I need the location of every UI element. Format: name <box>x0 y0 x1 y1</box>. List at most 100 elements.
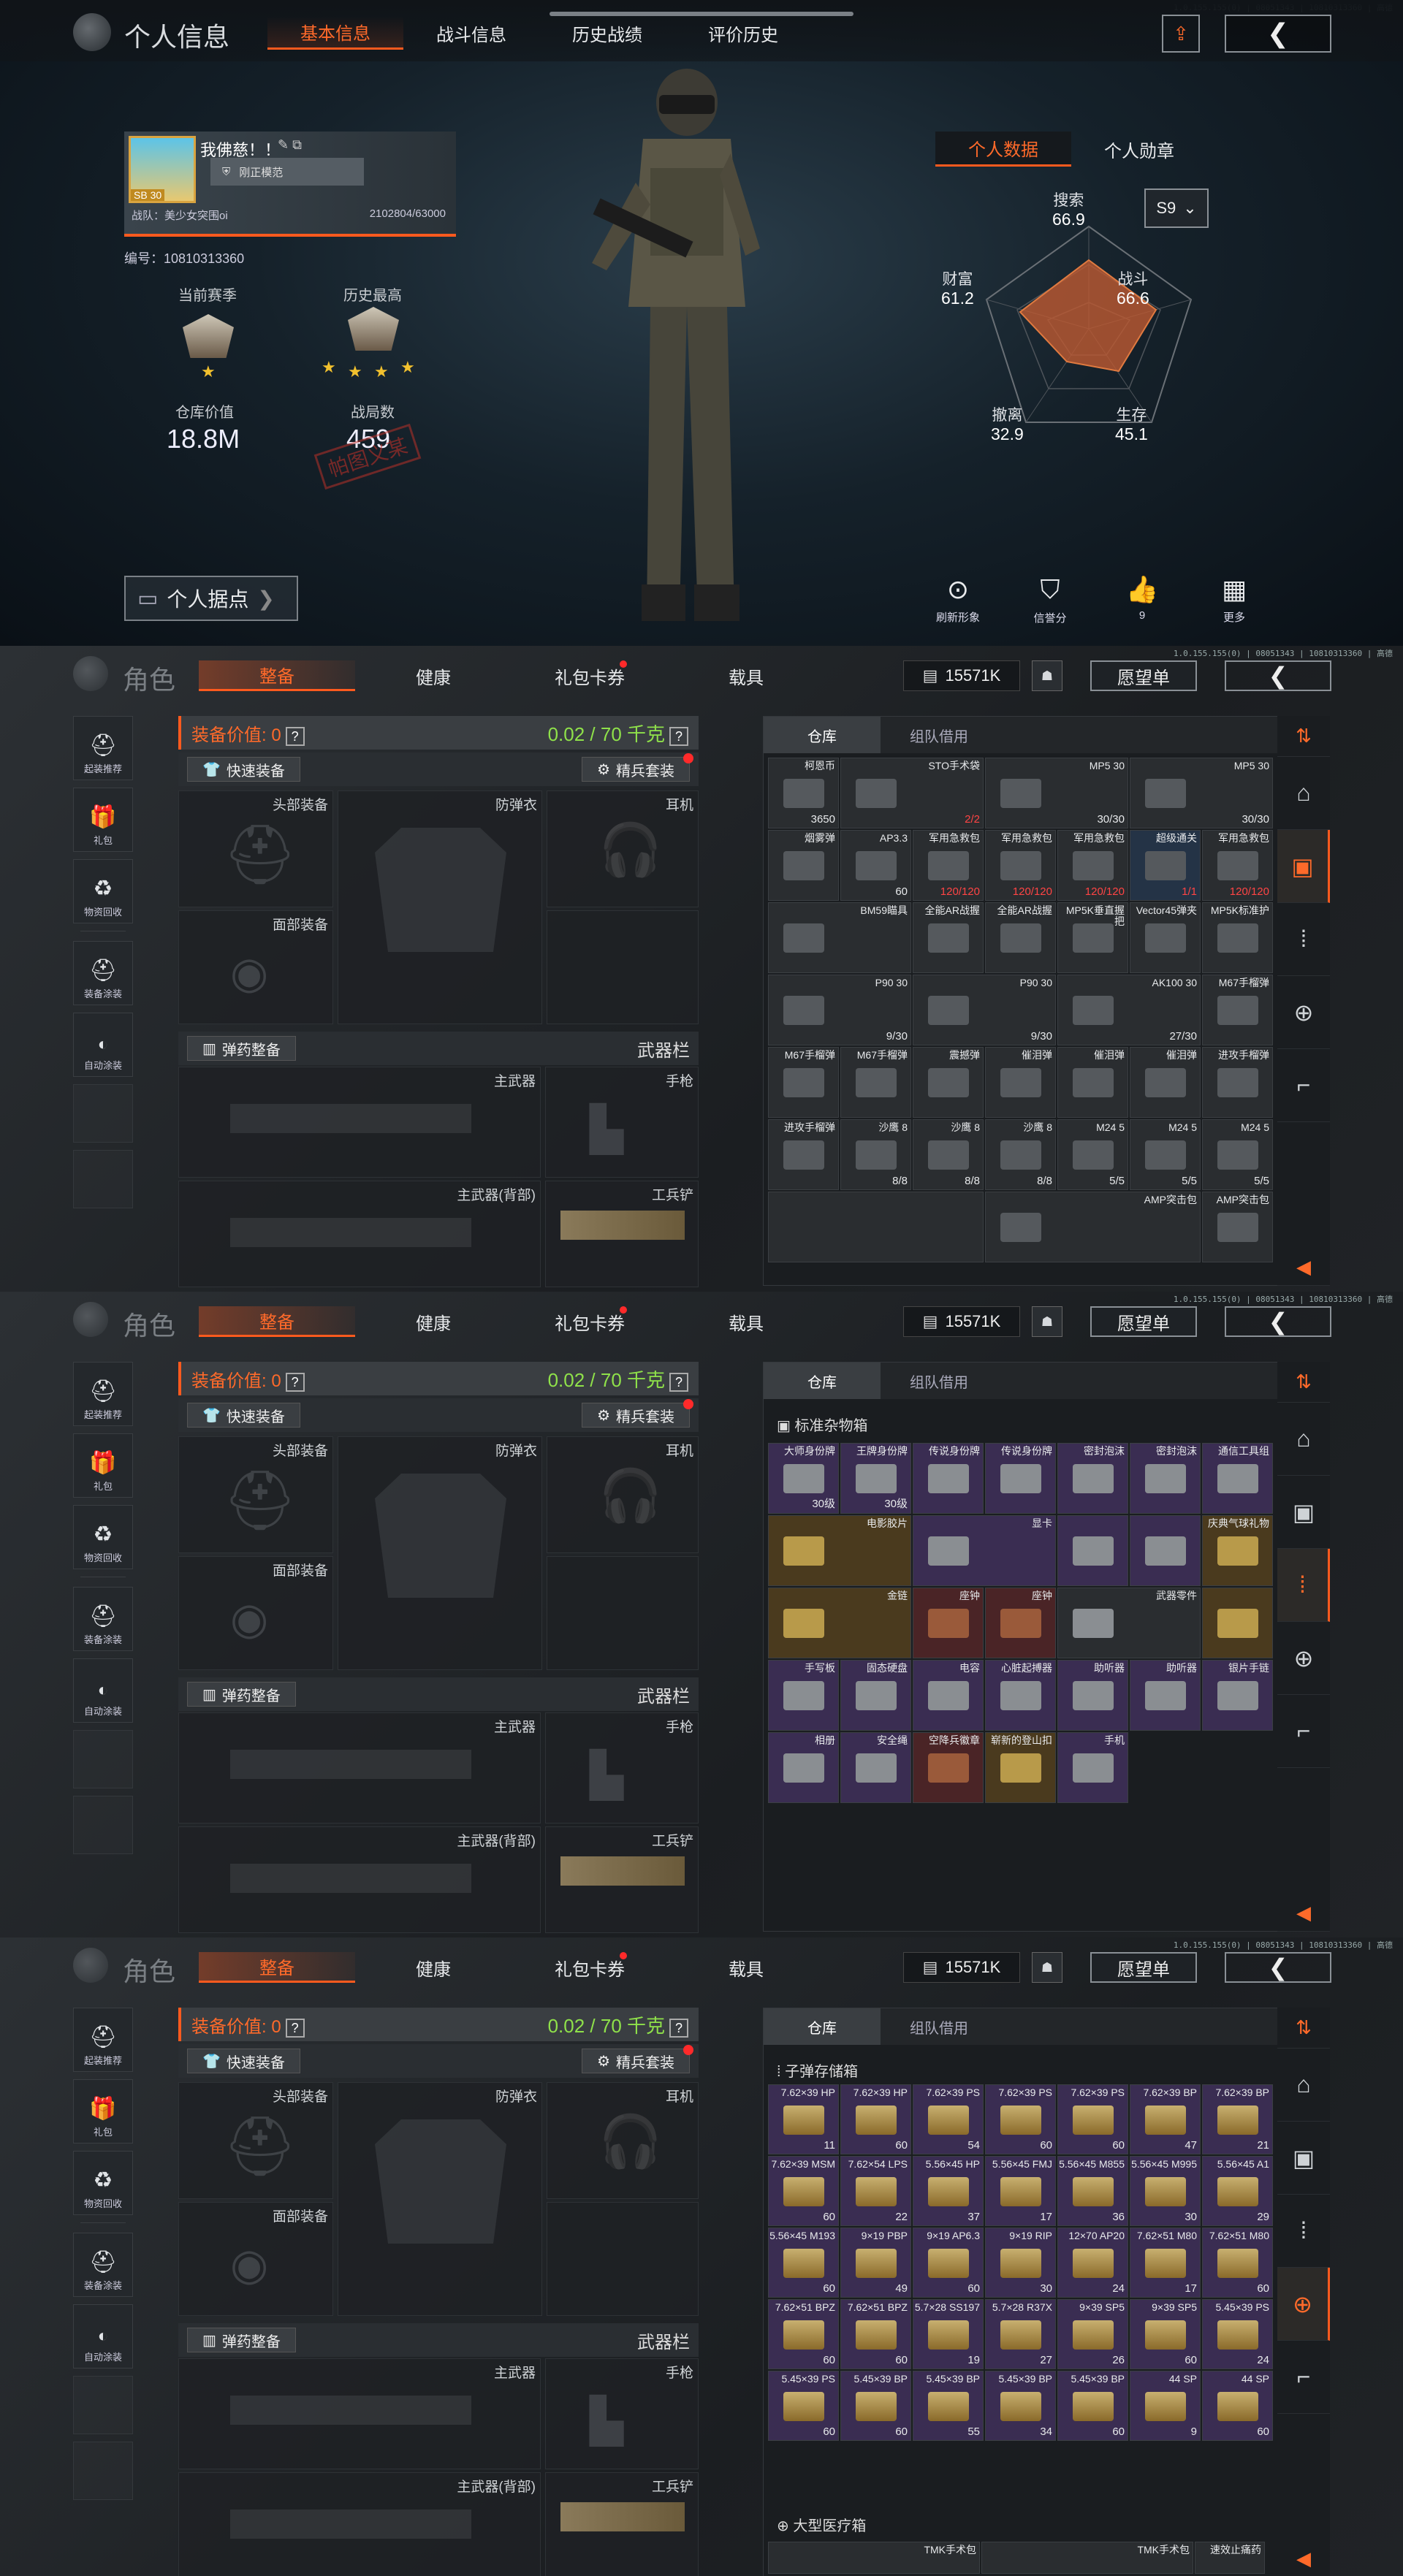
item-cell[interactable]: BM59瞄具 <box>768 902 911 973</box>
soldier-model[interactable] <box>577 58 796 628</box>
sort-button[interactable]: ⇅ <box>1277 2008 1330 2049</box>
tab-personal-medals[interactable]: 个人勋章 <box>1071 132 1207 167</box>
slot-primary[interactable]: 主武器 <box>178 2358 541 2469</box>
slot-primary[interactable]: 主武器 <box>178 1067 541 1178</box>
slot-head[interactable]: 头部装备 ⛑ <box>178 790 333 907</box>
item-cell[interactable]: 王牌身份牌 30级 <box>840 1443 911 1514</box>
tab-combat-info[interactable]: 战斗信息 <box>403 16 539 50</box>
cat-home[interactable]: ⌂ <box>1277 1403 1330 1476</box>
loadout-recommend-button[interactable]: ⛑ 起装推荐 <box>73 1362 133 1426</box>
ammo-cell[interactable]: 7.62×39 HP 60 <box>840 2084 911 2154</box>
sort-button[interactable]: ⇅ <box>1277 1362 1330 1403</box>
slot-ear[interactable]: 耳机 🎧 <box>547 2082 699 2199</box>
ammo-cell[interactable]: 7.62×39 MSM 60 <box>768 2156 839 2226</box>
edit-copy-icons[interactable]: ✎ ⧉ <box>278 137 302 153</box>
item-cell[interactable]: 武器零件 <box>1057 1588 1201 1658</box>
recycle-button[interactable]: ♻ 物资回收 <box>73 1505 133 1569</box>
ammo-cell[interactable]: 5.56×45 M855 36 <box>1057 2156 1128 2226</box>
ammo-cell[interactable]: 7.62×51 M80 60 <box>1202 2228 1273 2298</box>
slot-face[interactable]: 面部装备 ◉ <box>178 910 333 1024</box>
item-cell[interactable] <box>1202 1588 1273 1658</box>
item-cell[interactable]: M24 5 5/5 <box>1057 1119 1128 1190</box>
tab-warehouse[interactable]: 仓库 <box>764 1363 881 1399</box>
recycle-button[interactable]: ♻ 物资回收 <box>73 2151 133 2215</box>
tab-gift-cards[interactable]: 礼包卡券 <box>512 1952 668 1983</box>
elite-set-button[interactable]: ⚙ 精兵套装 <box>582 1399 693 1428</box>
cat-home[interactable]: ⌂ <box>1277 2049 1330 2122</box>
slot-primary-back[interactable]: 主武器(背部) <box>178 1826 541 1933</box>
slot-shovel[interactable]: 工兵铲. <box>545 2472 699 2576</box>
quick-equip-button[interactable]: 👕 快速装备 <box>187 2049 300 2073</box>
tab-prepare[interactable]: 整备 <box>199 1306 355 1337</box>
ammo-cell[interactable]: 7.62×51 M80 17 <box>1130 2228 1201 2298</box>
ammo-cell[interactable]: 5.56×45 FMJ 17 <box>985 2156 1056 2226</box>
item-cell[interactable] <box>768 1192 984 1262</box>
ammo-cell[interactable]: 5.45×39 PS 24 <box>1202 2299 1273 2369</box>
item-cell[interactable]: M67手榴弹 <box>1202 975 1273 1045</box>
item-cell[interactable]: 银片手链 <box>1202 1660 1273 1731</box>
back-button[interactable]: ❮ <box>1225 1306 1331 1337</box>
item-cell[interactable]: Vector45弹夹 <box>1130 902 1201 973</box>
cat-weapons[interactable]: ⌐ <box>1277 1695 1330 1768</box>
item-cell[interactable]: M67手榴弹 <box>840 1047 911 1118</box>
equipment-skin-button[interactable]: ⛑ 装备涂装 <box>73 2233 133 2297</box>
slot-head[interactable]: 头部装备 ⛑ <box>178 1436 333 1553</box>
tab-team-borrow[interactable]: 组队借用 <box>881 717 997 753</box>
item-cell[interactable] <box>1130 1515 1201 1586</box>
item-cell[interactable]: 军用急救包 120/120 <box>1202 830 1273 901</box>
item-cell[interactable]: 座钟 <box>913 1588 984 1658</box>
more-button[interactable]: ▦ 更多 <box>1188 574 1280 625</box>
merchant-button[interactable]: ☗ <box>1032 1306 1062 1337</box>
ammo-cell[interactable]: 5.56×45 M995 30 <box>1130 2156 1201 2226</box>
merchant-button[interactable]: ☗ <box>1032 1952 1062 1983</box>
slot-armor[interactable]: 防弹衣 <box>338 1436 542 1670</box>
wishlist-button[interactable]: 愿望单 <box>1090 660 1197 691</box>
ammo-cell[interactable]: 44 SP 60 <box>1202 2371 1273 2441</box>
avatar[interactable]: SB 30 <box>129 136 196 203</box>
share-button[interactable]: ⇪ <box>1162 15 1200 53</box>
gift-button[interactable]: 🎁 礼包 <box>73 1433 133 1498</box>
help-icon[interactable]: ? <box>669 726 688 746</box>
tab-health[interactable]: 健康 <box>355 1952 512 1983</box>
auto-skin-toggle[interactable]: ◐ 自动涂装 <box>73 2304 133 2369</box>
tab-health[interactable]: 健康 <box>355 660 512 691</box>
slot-ear[interactable]: 耳机 🎧 <box>547 790 699 907</box>
item-cell[interactable]: 密封泡沫 <box>1130 1443 1201 1514</box>
item-cell[interactable]: MP5K垂直握把 <box>1057 902 1128 973</box>
item-cell[interactable]: 座钟 <box>985 1588 1056 1658</box>
item-cell[interactable]: 全能AR战握 <box>913 902 984 973</box>
item-cell[interactable]: AMP突击包 <box>1202 1192 1273 1262</box>
item-cell[interactable]: 助听器 <box>1057 1660 1128 1731</box>
slot-primary[interactable]: 主武器 <box>178 1712 541 1824</box>
item-cell[interactable]: 沙鹰 8 8/8 <box>840 1119 911 1190</box>
item-cell[interactable]: 柯恩币 3650 <box>768 758 839 828</box>
item-cell[interactable]: MP5 30 30/30 <box>985 758 1128 828</box>
item-cell[interactable]: 催泪弹 <box>985 1047 1056 1118</box>
loadout-recommend-button[interactable]: ⛑ 起装推荐 <box>73 716 133 780</box>
ammo-cell[interactable]: 7.62×39 BP 47 <box>1130 2084 1201 2154</box>
item-cell[interactable]: 助听器 <box>1130 1660 1201 1731</box>
slot-primary-back[interactable]: 主武器(背部) <box>178 2472 541 2576</box>
item-cell[interactable]: 固态硬盘 <box>840 1660 911 1731</box>
ammo-cell[interactable]: 12×70 AP20 24 <box>1057 2228 1128 2298</box>
slot-pistol[interactable]: 手枪 ▙ <box>545 1712 699 1824</box>
item-cell[interactable]: P90 30 9/30 <box>768 975 911 1045</box>
slot-armor[interactable]: 防弹衣 <box>338 2082 542 2316</box>
ammo-cell[interactable]: 7.62×51 BPZ 60 <box>768 2299 839 2369</box>
ammo-cell[interactable]: 9×39 SP5 26 <box>1057 2299 1128 2369</box>
cat-medical[interactable]: ⊕ <box>1277 2268 1330 2341</box>
item-cell[interactable]: 军用急救包 120/120 <box>1057 830 1128 901</box>
item-cell[interactable]: 手机 <box>1057 1732 1128 1803</box>
item-cell[interactable]: 通信工具组 <box>1202 1443 1273 1514</box>
auto-skin-toggle[interactable]: ◐ 自动涂装 <box>73 1013 133 1077</box>
item-cell[interactable]: 电容 <box>913 1660 984 1731</box>
tab-vehicles[interactable]: 载具 <box>668 1306 824 1337</box>
tab-team-borrow[interactable]: 组队借用 <box>881 2008 997 2045</box>
item-cell[interactable]: 军用急救包 120/120 <box>913 830 984 901</box>
ammo-cell[interactable]: 9×19 AP6.3 60 <box>913 2228 984 2298</box>
med-cell[interactable]: TMK手术包 <box>981 2542 1193 2574</box>
tab-gift-cards[interactable]: 礼包卡券 <box>512 1306 668 1337</box>
item-cell[interactable]: 安全绳 <box>840 1732 911 1803</box>
item-cell[interactable]: 沙鹰 8 8/8 <box>913 1119 984 1190</box>
slot-face[interactable]: 面部装备 ◉ <box>178 1556 333 1670</box>
